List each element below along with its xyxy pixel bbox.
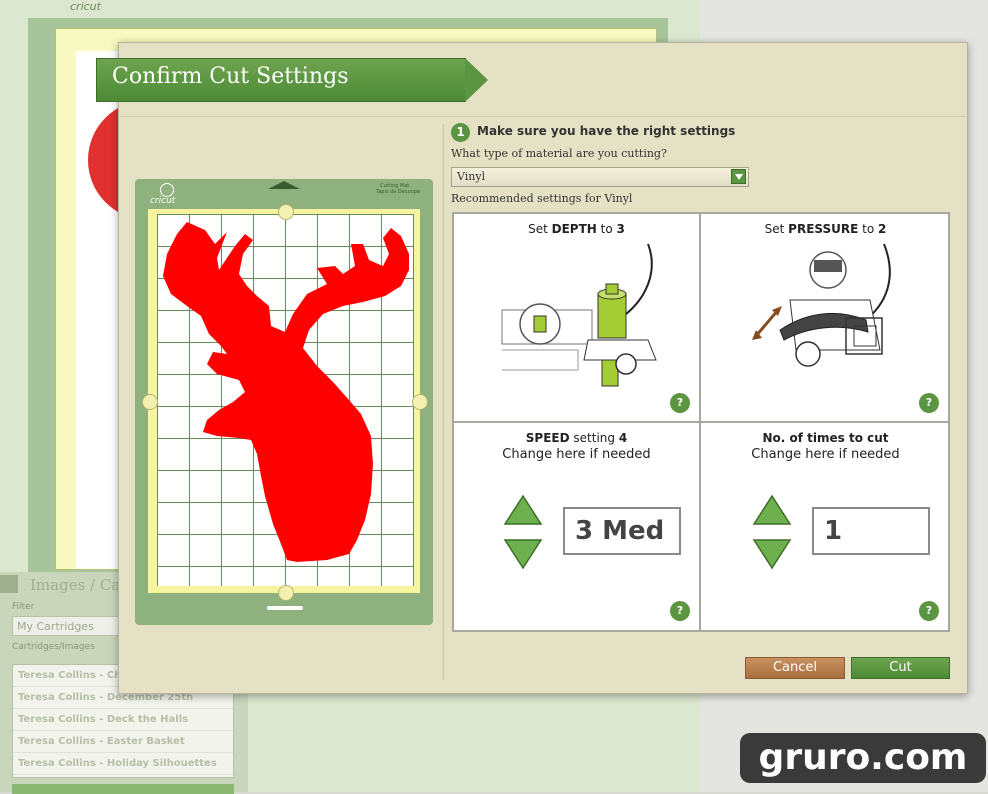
times-help-button[interactable]: ? (919, 601, 939, 621)
panel-toggle-icon[interactable] (0, 575, 18, 593)
cricut-logo-icon (160, 183, 174, 197)
times-decrease-button[interactable] (752, 536, 792, 570)
mat-brand: cricut (150, 196, 176, 206)
speed-help-button[interactable]: ? (670, 601, 690, 621)
speed-title: SPEED setting 4 (525, 431, 628, 445)
step-number-badge: 1 (451, 123, 470, 142)
material-select-value: Vinyl (457, 170, 486, 183)
depth-dial-illustration (501, 243, 657, 387)
mat-handle-bar (267, 606, 303, 610)
step-label: Make sure you have the right settings (477, 124, 736, 138)
times-title: No. of times to cut (762, 431, 889, 445)
depth-help-button[interactable]: ? (670, 393, 690, 413)
times-hint: Change here if needed (751, 447, 900, 462)
deer-silhouette[interactable] (157, 214, 414, 586)
material-select[interactable]: Vinyl (451, 167, 749, 187)
mat-label-line2: Tapis de Découpe (376, 189, 421, 195)
header-rule (118, 116, 966, 117)
cartridges-label: Cartridges/Images (12, 642, 95, 652)
cancel-button[interactable]: Cancel (745, 657, 845, 679)
filter-label: Filter (12, 602, 35, 612)
speed-increase-button[interactable] (503, 494, 543, 528)
mat-handle-top[interactable] (278, 204, 294, 220)
speed-decrease-button[interactable] (503, 536, 543, 570)
grid-divider-horizontal (452, 421, 950, 423)
mat-handle-left[interactable] (142, 394, 158, 410)
speed-value-field[interactable]: 3 Med (563, 507, 681, 555)
pressure-help-button[interactable]: ? (919, 393, 939, 413)
images-panel-title: Images / Ca (30, 576, 121, 594)
list-item[interactable]: Teresa Collins - Holiday Silhouettes (13, 753, 233, 775)
depth-title: Set DEPTH to 3 (528, 222, 625, 236)
times-value-field[interactable]: 1 (812, 507, 930, 555)
background-button[interactable] (12, 784, 234, 794)
dialog-banner: Confirm Cut Settings (96, 58, 488, 102)
cut-button[interactable]: Cut (851, 657, 950, 679)
background-logo: cricut (70, 0, 101, 13)
material-question: What type of material are you cutting? (451, 147, 667, 160)
column-divider (443, 124, 444, 680)
mat-handle-right[interactable] (412, 394, 428, 410)
pressure-title: Set PRESSURE to 2 (764, 222, 887, 236)
list-item[interactable]: Teresa Collins - Easter Basket (13, 731, 233, 753)
times-increase-button[interactable] (752, 494, 792, 528)
pressure-dial-illustration (752, 243, 891, 367)
mat-direction-icon (268, 181, 300, 189)
list-item[interactable]: Teresa Collins - Deck the Halls (13, 709, 233, 731)
chevron-down-icon[interactable] (731, 169, 746, 184)
speed-hint: Change here if needed (502, 447, 651, 462)
recommended-label: Recommended settings for Vinyl (451, 192, 633, 205)
mat-handle-bottom[interactable] (278, 585, 294, 601)
watermark: gruro.com (740, 733, 986, 783)
dialog-title: Confirm Cut Settings (112, 64, 349, 89)
